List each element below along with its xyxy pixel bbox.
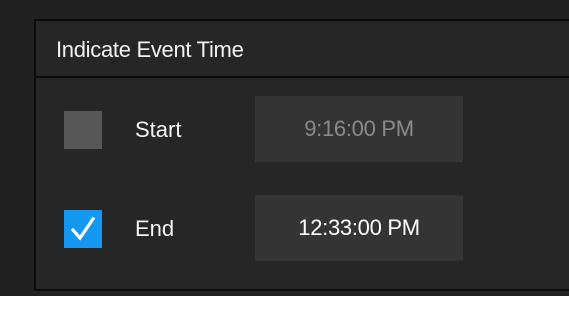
end-row: End 12:33:00 PM [36, 195, 569, 261]
end-time-field[interactable]: 12:33:00 PM [255, 195, 463, 261]
start-checkbox[interactable] [64, 111, 102, 149]
check-icon [71, 216, 95, 241]
panel-header: Indicate Event Time [36, 21, 569, 78]
start-row: Start 9:16:00 PM [36, 96, 569, 162]
end-checkbox[interactable] [64, 210, 102, 248]
event-time-panel: Indicate Event Time Start 9:16:00 PM End… [34, 19, 569, 291]
panel-title: Indicate Event Time [56, 37, 244, 62]
start-time-field[interactable]: 9:16:00 PM [255, 96, 463, 162]
end-label: End [135, 216, 175, 241]
start-label: Start [135, 117, 182, 142]
event-time-dialog: Indicate Event Time Start 9:16:00 PM End… [0, 0, 569, 296]
